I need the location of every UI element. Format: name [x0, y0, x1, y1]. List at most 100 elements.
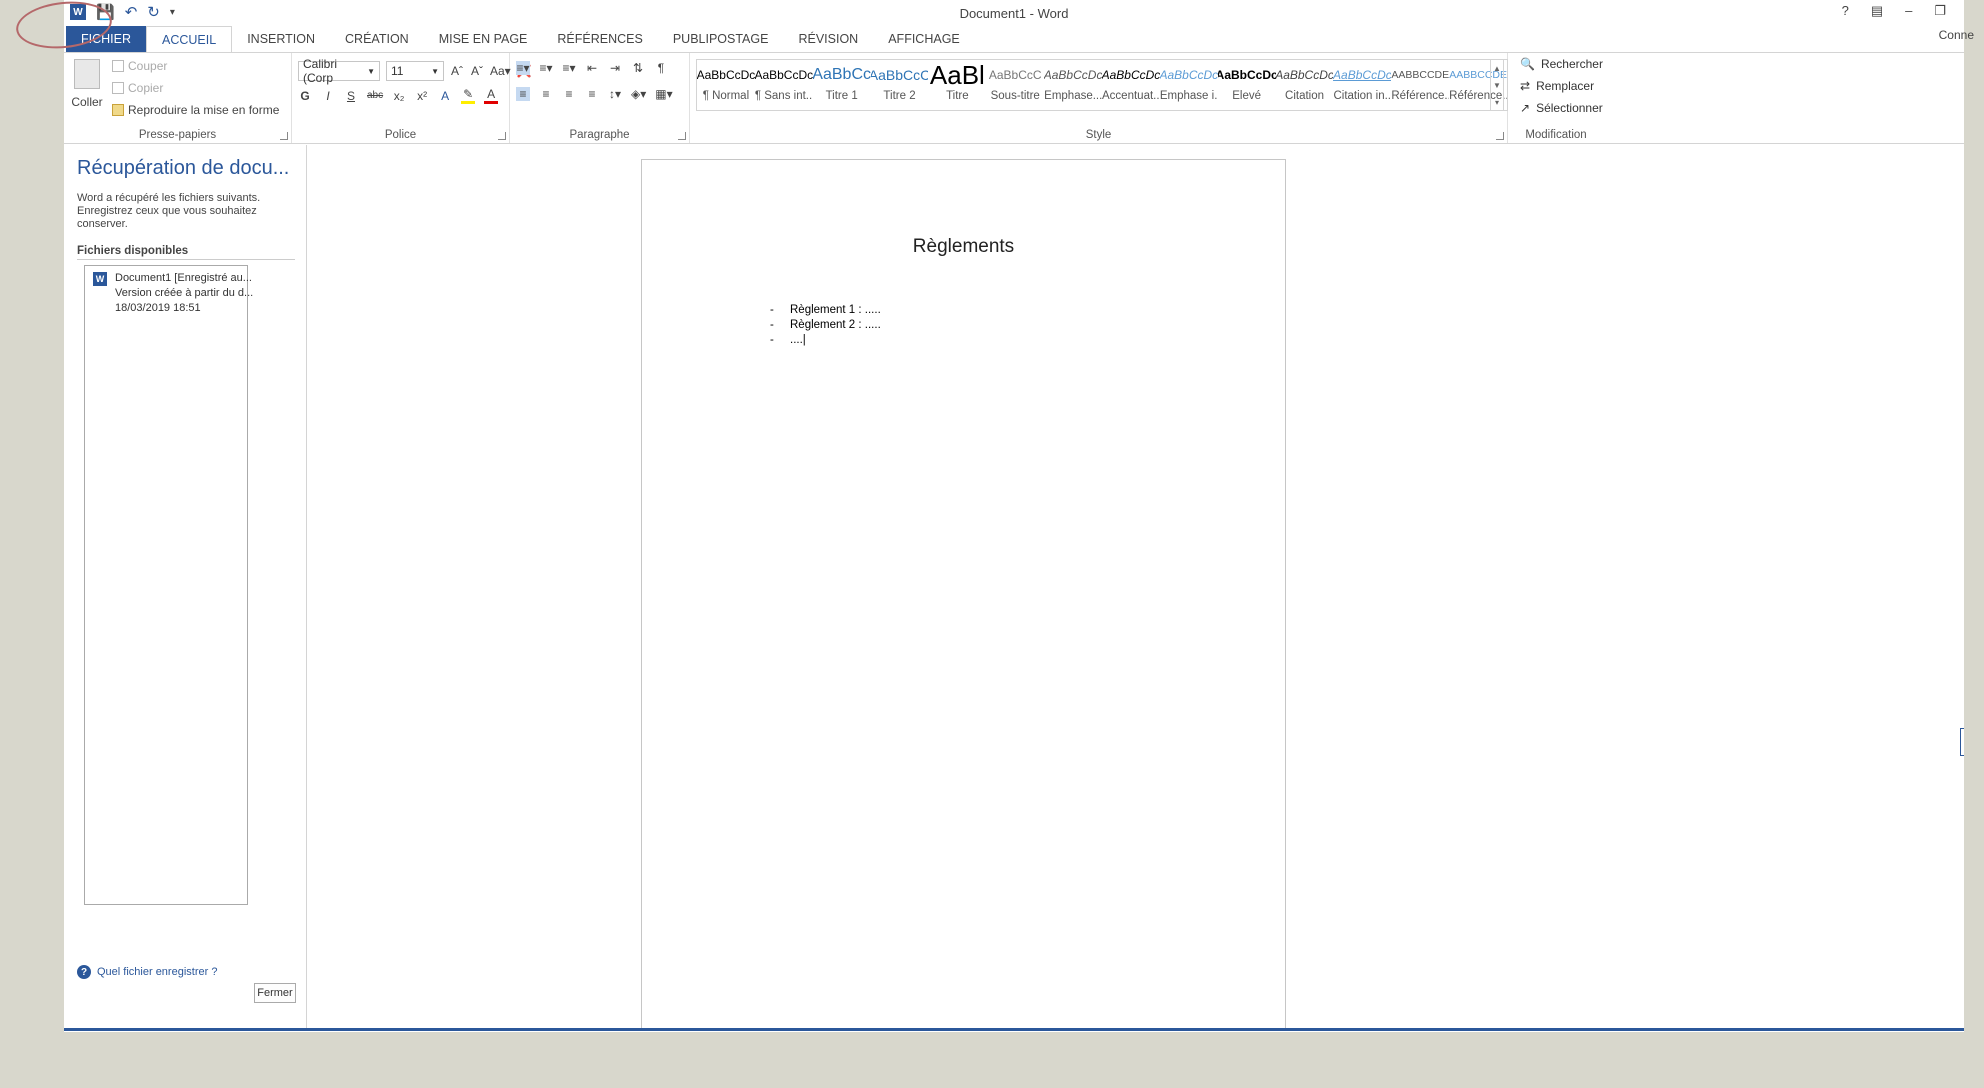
- select-button[interactable]: ↗ Sélectionner: [1520, 101, 1603, 115]
- bullets-icon[interactable]: ≡▾: [516, 61, 530, 75]
- tab-insertion[interactable]: INSERTION: [232, 26, 330, 52]
- style-preview: AABBCCDE: [1391, 69, 1450, 81]
- grow-font-icon[interactable]: Aˆ: [450, 64, 464, 78]
- copy-button[interactable]: Copier: [112, 81, 163, 95]
- paste-button[interactable]: Coller: [70, 59, 104, 109]
- style-name: Titre 1: [825, 90, 858, 102]
- highlight-icon[interactable]: ✎: [461, 87, 476, 104]
- recovered-file-item[interactable]: W Document1 [Enregistré au... Version cr…: [93, 271, 253, 316]
- align-left-icon[interactable]: ≡: [516, 87, 530, 101]
- style-preview: AaBbCc: [812, 66, 871, 83]
- clipboard-launcher-icon[interactable]: [280, 132, 288, 140]
- style-preview: AaBbCcDc: [1044, 68, 1103, 82]
- file-date: 18/03/2019 18:51: [115, 302, 201, 314]
- paragraph-row-2: ≡ ≡ ≡ ≡ ↕▾ ◈▾ ▦▾: [516, 87, 673, 101]
- recovery-description: Word a récupéré les fichiers suivants. E…: [77, 192, 261, 230]
- tab-mise-en-page[interactable]: MISE EN PAGE: [424, 26, 543, 52]
- ribbon: Coller Couper Copier Reproduire la mise …: [64, 52, 1964, 144]
- style-preview: AaBbCcDc: [1333, 68, 1392, 82]
- align-center-icon[interactable]: ≡: [539, 87, 553, 101]
- which-file-help-link[interactable]: ? Quel fichier enregistrer ?: [77, 965, 217, 979]
- decrease-indent-icon[interactable]: ⇤: [585, 61, 599, 75]
- subscript-icon[interactable]: x₂: [392, 89, 406, 103]
- numbering-icon[interactable]: ≡▾: [539, 61, 553, 75]
- tab-revision[interactable]: RÉVISION: [783, 26, 873, 52]
- style-name: Emphase...: [1044, 90, 1103, 102]
- replace-button[interactable]: ⇄ Remplacer: [1520, 79, 1594, 93]
- window-title: Document1 - Word: [959, 6, 1069, 21]
- restore-icon[interactable]: ❐: [1934, 3, 1946, 19]
- recovery-title: Récupération de docu...: [77, 157, 290, 179]
- style-title[interactable]: AaBl Titre: [928, 60, 986, 110]
- style-quote[interactable]: AaBbCcDc Citation: [1276, 60, 1334, 110]
- list-item: - Règlement 2 : .....: [770, 318, 881, 333]
- close-pane-button[interactable]: Fermer: [254, 983, 296, 1003]
- italic-icon[interactable]: I: [321, 89, 335, 103]
- font-launcher-icon[interactable]: [498, 132, 506, 140]
- tab-publipostage[interactable]: PUBLIPOSTAGE: [658, 26, 784, 52]
- format-painter-label: Reproduire la mise en forme: [128, 103, 280, 117]
- style-name: Titre 2: [883, 90, 916, 102]
- line-spacing-icon[interactable]: ↕▾: [608, 87, 622, 101]
- styles-launcher-icon[interactable]: [1496, 132, 1504, 140]
- bold-icon[interactable]: G: [298, 89, 312, 103]
- font-color-icon[interactable]: A: [484, 87, 499, 104]
- tab-fichier[interactable]: FICHIER: [66, 26, 146, 52]
- list-item-text: Règlement 2 : .....: [790, 319, 881, 331]
- font-size-combo[interactable]: 11 ▼: [386, 61, 444, 81]
- text-effects-icon[interactable]: A: [438, 89, 452, 103]
- format-painter-button[interactable]: Reproduire la mise en forme: [112, 103, 279, 117]
- minimize-icon[interactable]: –: [1905, 3, 1912, 19]
- tab-creation[interactable]: CRÉATION: [330, 26, 424, 52]
- document-page[interactable]: Règlements - Règlement 1 : ..... - Règleme…: [641, 159, 1286, 1028]
- style-intense-quote[interactable]: AaBbCcDc Citation in...: [1333, 60, 1391, 110]
- multilevel-list-icon[interactable]: ≡▾: [562, 61, 576, 75]
- style-intense-emphasis[interactable]: AaBbCcDc Emphase i...: [1160, 60, 1218, 110]
- style-subtle-reference[interactable]: AABBCCDE Référence...: [1391, 60, 1449, 110]
- strikethrough-icon[interactable]: abc: [367, 90, 383, 101]
- shrink-font-icon[interactable]: Aˇ: [470, 64, 484, 78]
- style-subtitle[interactable]: AaBbCcC Sous-titre: [986, 60, 1044, 110]
- show-marks-icon[interactable]: ¶: [654, 61, 668, 75]
- scroll-handle[interactable]: [1960, 728, 1964, 756]
- style-no-spacing[interactable]: AaBbCcDc ¶ Sans int...: [755, 60, 813, 110]
- help-question-icon: ?: [77, 965, 91, 979]
- style-heading-1[interactable]: AaBbCc Titre 1: [813, 60, 871, 110]
- tab-affichage[interactable]: AFFICHAGE: [873, 26, 975, 52]
- style-normal[interactable]: AaBbCcDc ¶ Normal: [697, 60, 755, 110]
- cut-button[interactable]: Couper: [112, 59, 167, 73]
- paragraph-launcher-icon[interactable]: [678, 132, 686, 140]
- justify-icon[interactable]: ≡: [585, 87, 599, 101]
- help-icon[interactable]: ?: [1842, 3, 1849, 19]
- ribbon-display-icon[interactable]: ▤: [1871, 3, 1883, 19]
- style-strong[interactable]: AaBbCcDc Élevé: [1218, 60, 1276, 110]
- style-name: Citation in...: [1333, 90, 1392, 102]
- style-heading-2[interactable]: AaBbCcC Titre 2: [871, 60, 929, 110]
- list-item-text: Règlement 1 : .....: [790, 304, 881, 316]
- ribbon-tabs: FICHIER ACCUEIL INSERTION CRÉATION MISE …: [64, 26, 1964, 52]
- style-name: Élevé: [1232, 90, 1262, 102]
- font-group-label: Police: [384, 129, 417, 141]
- font-name-combo[interactable]: Calibri (Corp ▼: [298, 57, 380, 85]
- underline-icon[interactable]: S: [344, 89, 358, 103]
- increase-indent-icon[interactable]: ⇥: [608, 61, 622, 75]
- list-item: - Règlement 1 : .....: [770, 303, 881, 318]
- tab-references[interactable]: RÉFÉRENCES: [542, 26, 657, 52]
- style-emphasis[interactable]: AaBbCcDc Accentuat...: [1102, 60, 1160, 110]
- editing-group-label: Modification: [1525, 129, 1587, 141]
- find-button[interactable]: 🔍 Rechercher: [1520, 57, 1603, 71]
- change-case-icon[interactable]: Aa▾: [490, 64, 511, 78]
- paragraph-group: ≡▾ ≡▾ ≡▾ ⇤ ⇥ ⇅ ¶ ≡ ≡ ≡ ≡ ↕▾ ◈▾ ▦▾ Paragr…: [510, 53, 690, 143]
- tab-accueil[interactable]: ACCUEIL: [146, 26, 233, 52]
- style-subtle-emphasis[interactable]: AaBbCcDc Emphase...: [1044, 60, 1102, 110]
- sort-icon[interactable]: ⇅: [631, 61, 645, 75]
- font-size-value: 11: [391, 64, 404, 78]
- borders-icon[interactable]: ▦▾: [655, 87, 672, 101]
- find-label: Rechercher: [1540, 57, 1603, 71]
- copy-icon: [112, 82, 124, 94]
- align-right-icon[interactable]: ≡: [562, 87, 576, 101]
- title-bar: W 💾 ↶ ↻ ▾ Document1 - Word ? ▤ – ❐ Conne: [64, 0, 1974, 42]
- superscript-icon[interactable]: x²: [415, 89, 429, 103]
- styles-scroll[interactable]: ▲ ▼ ▾: [1490, 59, 1504, 111]
- shading-icon[interactable]: ◈▾: [631, 87, 646, 101]
